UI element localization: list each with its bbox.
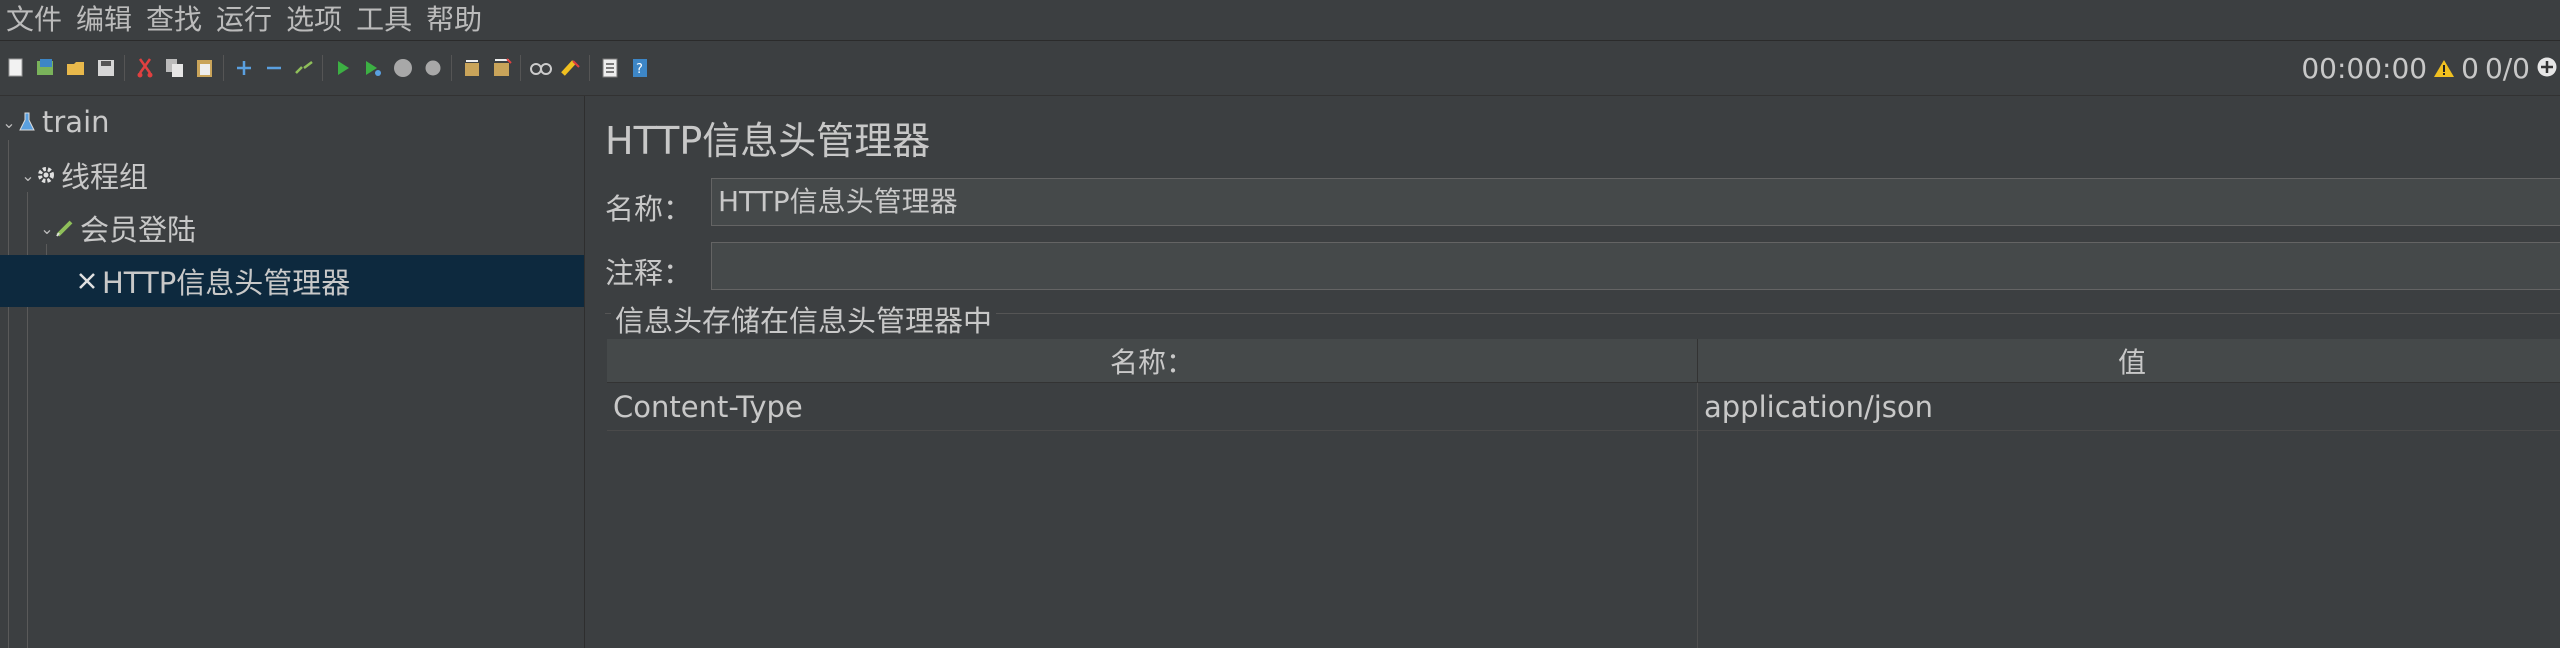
menu-file[interactable]: 文件 xyxy=(0,0,70,40)
reset-search-icon[interactable] xyxy=(560,57,582,79)
expand-icon[interactable] xyxy=(233,57,255,79)
chevron-down-icon[interactable]: ⌄ xyxy=(40,219,54,238)
start-no-pause-icon[interactable] xyxy=(362,57,384,79)
menu-help[interactable]: 帮助 xyxy=(420,0,490,40)
copy-icon[interactable] xyxy=(164,57,186,79)
new-icon[interactable] xyxy=(5,57,27,79)
tree-item-http-header-manager[interactable]: HTTP信息头管理器 xyxy=(0,255,584,307)
clear-all-icon[interactable] xyxy=(491,57,513,79)
save-icon[interactable] xyxy=(95,57,117,79)
toolbar-separator xyxy=(520,55,521,81)
name-label: 名称： xyxy=(605,192,693,226)
wrench-icon xyxy=(76,270,98,292)
remote-icon[interactable] xyxy=(2536,52,2558,85)
comment-label: 注释： xyxy=(605,256,693,290)
toolbar: ? xyxy=(0,41,2560,96)
headers-group-title: 信息头存储在信息头管理器中 xyxy=(611,298,997,340)
templates-icon[interactable] xyxy=(35,57,57,79)
paste-icon[interactable] xyxy=(194,57,216,79)
start-icon[interactable] xyxy=(332,57,354,79)
collapse-icon[interactable] xyxy=(263,57,285,79)
table-cell-value[interactable]: application/json xyxy=(1698,383,2560,431)
clear-icon[interactable] xyxy=(461,57,483,79)
comment-field[interactable] xyxy=(711,242,2560,290)
elapsed-timer: 00:00:00 xyxy=(2301,51,2428,85)
tree-item-member-login[interactable]: ⌄ 会员登陆 xyxy=(0,202,584,254)
stop-icon[interactable] xyxy=(392,57,414,79)
tree-item-label: train xyxy=(42,105,110,139)
status-area: 00:00:00 0 0/0 xyxy=(2295,41,2560,95)
warning-count: 0 xyxy=(2461,51,2479,85)
help-icon[interactable]: ? xyxy=(629,57,651,79)
test-plan-tree: ⌄ train ⌄ 线程组 ⌄ 会员登陆 HTTP信息头管理器 xyxy=(0,96,585,648)
gear-icon xyxy=(35,164,57,186)
menu-run[interactable]: 运行 xyxy=(210,0,280,40)
warning-icon[interactable] xyxy=(2433,52,2455,85)
menu-tools[interactable]: 工具 xyxy=(350,0,420,40)
tree-item-label: 线程组 xyxy=(61,160,149,194)
toolbar-separator xyxy=(451,55,452,81)
open-icon[interactable] xyxy=(65,57,87,79)
toolbar-separator xyxy=(124,55,125,81)
element-editor-panel: HTTP信息头管理器 名称： HTTP信息头管理器 注释： 信息头存储在信息头管… xyxy=(593,96,2560,648)
menu-edit[interactable]: 编辑 xyxy=(70,0,140,40)
chevron-down-icon[interactable]: ⌄ xyxy=(2,113,16,132)
tree-item-thread-group[interactable]: ⌄ 线程组 xyxy=(0,149,584,201)
thread-count: 0/0 xyxy=(2484,51,2530,85)
tree-item-label: 会员登陆 xyxy=(80,213,197,247)
menu-search[interactable]: 查找 xyxy=(140,0,210,40)
menu-options[interactable]: 选项 xyxy=(280,0,350,40)
toggle-icon[interactable] xyxy=(293,57,315,79)
tree-item-label: HTTP信息头管理器 xyxy=(102,266,351,300)
shutdown-icon[interactable] xyxy=(422,57,444,79)
cut-icon[interactable] xyxy=(134,57,156,79)
search-icon[interactable] xyxy=(530,57,552,79)
flask-icon xyxy=(16,111,38,133)
column-divider xyxy=(1697,383,1698,648)
function-helper-icon[interactable] xyxy=(599,57,621,79)
column-header-name[interactable]: 名称： xyxy=(607,339,1698,383)
page-title: HTTP信息头管理器 xyxy=(605,119,931,163)
menu-bar: 文件 编辑 查找 运行 选项 工具 帮助 xyxy=(0,0,2560,41)
tree-item-train[interactable]: ⌄ train xyxy=(0,96,584,148)
svg-text:?: ? xyxy=(636,62,643,77)
toolbar-separator xyxy=(589,55,590,81)
table-cell-name[interactable]: Content-Type xyxy=(607,383,1698,431)
headers-table: 名称： 值 Content-Type application/json xyxy=(607,339,2560,648)
toolbar-separator xyxy=(322,55,323,81)
pencil-icon xyxy=(54,217,76,239)
chevron-down-icon[interactable]: ⌄ xyxy=(21,166,35,185)
column-header-value[interactable]: 值 xyxy=(1698,339,2560,383)
name-field[interactable]: HTTP信息头管理器 xyxy=(711,178,2560,226)
toolbar-separator xyxy=(223,55,224,81)
